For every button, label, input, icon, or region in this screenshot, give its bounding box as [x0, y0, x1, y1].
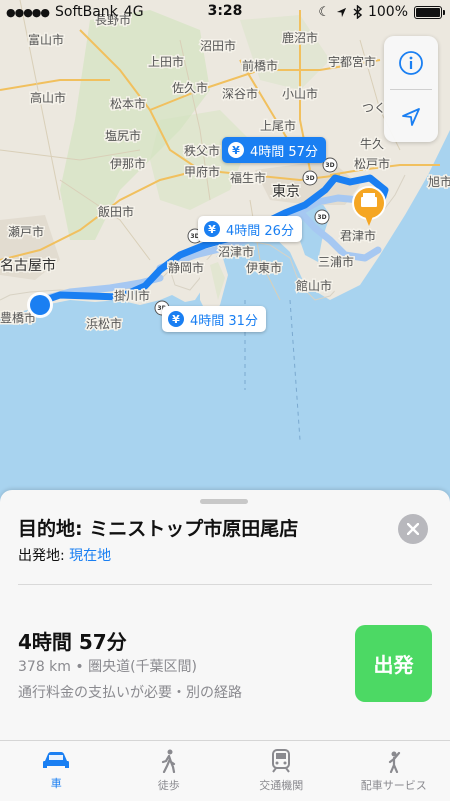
info-icon: [398, 50, 424, 76]
tab-label: 交通機関: [259, 777, 303, 793]
route-sheet: 目的地: ミニストップ市原田尾店 出発地: 現在地 4時間 57分 378 km…: [0, 490, 450, 740]
battery-percentage: 100%: [368, 4, 408, 20]
transport-tab-bar: 車 徒歩 交通機関 配車サービス: [0, 740, 450, 801]
route-notes: 通行料金の支払いが必要・別の経路: [18, 682, 242, 702]
toll-yen-icon: ¥: [204, 221, 220, 237]
map-label: 沼田市: [200, 38, 236, 53]
rideshare-icon: [383, 749, 405, 773]
toll-yen-icon: ¥: [168, 311, 184, 327]
map-label: 前橋市: [242, 58, 278, 73]
map-label: 福生市: [230, 170, 266, 185]
origin-row: 出発地: 現在地: [18, 545, 111, 565]
destination-title: 目的地: ミニストップ市原田尾店: [18, 514, 298, 541]
map-label: 秩父市: [184, 143, 220, 158]
battery-icon: [414, 6, 442, 19]
go-button[interactable]: 出発: [355, 625, 432, 702]
close-icon: [407, 523, 419, 535]
map-label: 浜松市: [86, 316, 122, 331]
tracking-button[interactable]: [384, 90, 438, 143]
map-label: 松本市: [110, 96, 146, 111]
divider: [18, 584, 432, 585]
location-services-icon: [336, 7, 347, 18]
route-callout-alt-2[interactable]: ¥ 4時間 31分: [162, 306, 266, 332]
moon-icon: ☾: [318, 5, 330, 20]
route-callout-primary[interactable]: ¥ 4時間 57分: [222, 137, 326, 163]
walking-icon: [158, 749, 180, 773]
map-label: 館山市: [296, 278, 332, 293]
origin-value-link[interactable]: 現在地: [69, 548, 111, 564]
map-label: 鹿沼市: [282, 30, 318, 45]
svg-text:3D: 3D: [317, 214, 326, 221]
tab-drive[interactable]: 車: [0, 741, 113, 801]
info-button[interactable]: [384, 36, 438, 89]
route-time: 4時間 57分: [250, 141, 318, 160]
map-label: 塩尻市: [105, 128, 141, 143]
tab-rideshare[interactable]: 配車サービス: [338, 741, 450, 801]
route-callout-alt-1[interactable]: ¥ 4時間 26分: [198, 216, 302, 242]
map-label: 伊那市: [110, 156, 146, 171]
close-button[interactable]: [398, 514, 428, 544]
tab-label: 車: [51, 775, 62, 791]
route-time: 4時間 31分: [190, 310, 258, 329]
map-label: 牛久: [360, 136, 384, 151]
svg-text:3D: 3D: [325, 162, 334, 169]
map-label: 深谷市: [222, 86, 258, 101]
svg-text:3D: 3D: [305, 175, 314, 182]
map-label: 上田市: [148, 54, 184, 69]
map-label: 君津市: [340, 228, 376, 243]
map-label: 富山市: [28, 32, 64, 47]
route-duration[interactable]: 4時間 57分: [18, 626, 127, 655]
map-label: 佐久市: [172, 80, 208, 95]
map-label: 旭市: [428, 174, 450, 189]
map-controls: [384, 36, 438, 142]
route-summary: 378 km • 圏央道(千葉区間): [18, 656, 197, 676]
map-label: 小山市: [282, 86, 318, 101]
tab-transit[interactable]: 交通機関: [225, 741, 338, 801]
map-label: 三浦市: [318, 254, 354, 269]
map-label: 宇都宮市: [328, 54, 376, 69]
tab-walk[interactable]: 徒歩: [113, 741, 226, 801]
sheet-grabber[interactable]: [200, 499, 248, 504]
map-label: 名古屋市: [0, 257, 56, 274]
tab-label: 配車サービス: [361, 777, 427, 793]
map-label: 掛川市: [114, 288, 150, 303]
map-label: 高山市: [30, 90, 66, 105]
map-label: 瀬戸市: [8, 224, 44, 239]
current-location-marker: [27, 292, 53, 318]
map-label: 甲府市: [184, 164, 220, 179]
location-arrow-icon: [400, 106, 422, 128]
map-label: つく: [362, 101, 386, 115]
map-label: 飯田市: [98, 204, 134, 219]
car-icon: [41, 749, 71, 771]
toll-yen-icon: ¥: [228, 142, 244, 158]
map-label: 上尾市: [260, 118, 296, 133]
map-label: 松戸市: [354, 156, 390, 171]
train-icon: [270, 749, 292, 773]
route-time: 4時間 26分: [226, 220, 294, 239]
tab-label: 徒歩: [158, 777, 180, 793]
bluetooth-icon: [353, 5, 362, 19]
map-label: 東京: [272, 184, 300, 200]
map-label: 静岡市: [168, 260, 204, 275]
map-label: 伊東市: [246, 260, 282, 275]
map-label: 沼津市: [218, 244, 254, 259]
origin-label: 出発地:: [18, 548, 69, 564]
status-bar: ●●●●● SoftBank 4G 3:28 ☾ 100%: [0, 0, 450, 26]
